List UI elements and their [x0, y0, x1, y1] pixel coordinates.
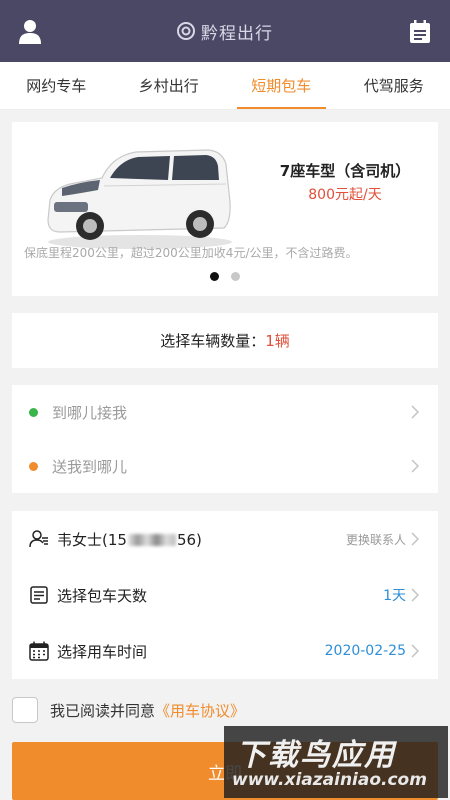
brand: 黔程出行: [177, 19, 273, 44]
tab-rural-travel[interactable]: 乡村出行: [113, 62, 226, 109]
calendar-icon: [29, 641, 49, 661]
agreement-row: 我已阅读并同意 《用车协议》: [12, 697, 245, 723]
carousel-dot[interactable]: [231, 272, 240, 281]
chevron-right-icon: [411, 405, 420, 419]
dropoff-location-row[interactable]: 送我到哪儿: [12, 439, 438, 493]
watermark-title: 下载鸟应用: [236, 738, 396, 773]
van-image: [40, 142, 236, 252]
carousel-indicator: [12, 272, 438, 281]
masked-phone: [127, 534, 176, 546]
agreement-link[interactable]: 《用车协议》: [155, 700, 245, 721]
contact-prefix: 韦女士(15: [57, 530, 127, 549]
brand-name: 黔程出行: [201, 23, 273, 44]
charter-days-label: 选择包车天数: [57, 586, 148, 605]
site-watermark: 下载鸟应用 www.xiazainiao.com: [224, 726, 448, 798]
change-contact-link[interactable]: 更换联系人: [346, 531, 406, 548]
user-icon[interactable]: [18, 18, 42, 44]
vehicle-price: 800元起/天: [308, 187, 382, 203]
contact-person-icon: [29, 530, 48, 548]
calendar-icon[interactable]: [409, 20, 431, 44]
use-time-value: 2020-02-25: [324, 643, 406, 659]
dropoff-placeholder: 送我到哪儿: [52, 457, 128, 476]
booking-info-card: 韦女士(15 56) 更换联系人 选择包车天数 1天 选择用车时间 2020-02…: [12, 511, 438, 679]
quantity-label: 选择车辆数量：: [160, 332, 266, 350]
agreement-text: 我已阅读并同意: [50, 701, 156, 720]
vehicle-description: 保底里程200公里，超过200公里加收4元/公里，不含过路费。: [24, 246, 358, 260]
brand-logo-icon: [177, 22, 195, 40]
pickup-location-row[interactable]: 到哪儿接我: [12, 385, 438, 439]
tab-label: 乡村出行: [138, 77, 199, 95]
quantity-value: 1辆: [265, 332, 290, 350]
top-bar: 黔程出行: [0, 0, 450, 62]
contact-suffix: 56): [176, 530, 202, 549]
pickup-placeholder: 到哪儿接我: [52, 403, 128, 422]
chevron-right-icon: [411, 588, 420, 602]
watermark-url: www.xiazainiao.com: [232, 770, 427, 790]
pickup-dot-icon: [29, 407, 38, 417]
tab-ride-hailing[interactable]: 网约专车: [0, 62, 113, 109]
tab-designated-driver[interactable]: 代驾服务: [338, 62, 450, 109]
contact-row[interactable]: 韦女士(15 56) 更换联系人: [12, 511, 438, 567]
contact-name: 韦女士(15 56): [57, 529, 346, 550]
agreement-checkbox[interactable]: [12, 697, 38, 723]
chevron-right-icon: [411, 459, 420, 473]
tab-short-charter[interactable]: 短期包车: [225, 62, 338, 109]
service-tabs: 网约专车 乡村出行 短期包车 代驾服务: [0, 62, 450, 110]
chevron-right-icon: [411, 644, 420, 658]
charter-days-value: 1天: [383, 588, 406, 604]
use-time-label: 选择用车时间: [57, 642, 148, 661]
vehicle-carousel[interactable]: 7座车型（含司机） 800元起/天 保底里程200公里，超过200公里加收4元/…: [12, 122, 438, 296]
tab-label: 短期包车: [251, 77, 312, 95]
vehicle-quantity-selector[interactable]: 选择车辆数量： 1辆: [12, 313, 438, 368]
list-box-icon: [30, 586, 48, 604]
tab-label: 代驾服务: [363, 77, 424, 95]
tab-label: 网约专车: [26, 77, 87, 95]
chevron-right-icon: [411, 532, 420, 546]
use-time-row[interactable]: 选择用车时间 2020-02-25: [12, 623, 438, 679]
charter-days-row[interactable]: 选择包车天数 1天: [12, 567, 438, 623]
vehicle-title: 7座车型（含司机）: [279, 162, 411, 180]
dropoff-dot-icon: [29, 461, 38, 471]
route-card: 到哪儿接我 送我到哪儿: [12, 385, 438, 493]
carousel-dot[interactable]: [210, 272, 219, 281]
